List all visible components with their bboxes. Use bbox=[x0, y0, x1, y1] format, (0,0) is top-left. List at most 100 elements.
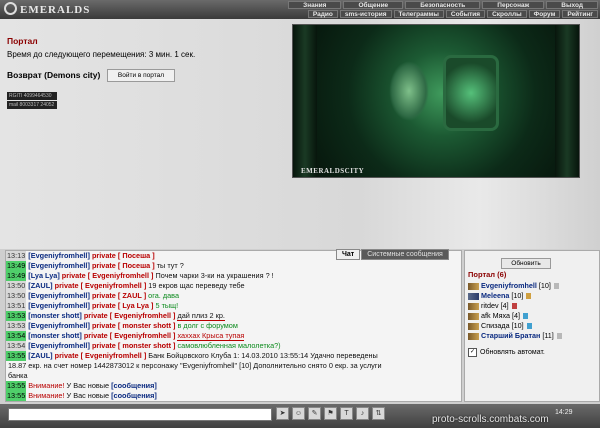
chat-private-target[interactable]: private [ monster shott ] bbox=[92, 321, 176, 330]
player-name[interactable]: Evgeniyfromhell bbox=[481, 281, 537, 291]
left-pillar bbox=[293, 25, 317, 177]
counter-mail[interactable]: mail 8003317 24052 bbox=[7, 101, 57, 109]
chat-line: 13:51 [Evgeniyfromhell] private [ Lya Lya… bbox=[6, 301, 461, 311]
auto-refresh-label: Обновлять автомат. bbox=[480, 349, 545, 356]
chat-private-target[interactable]: private [ Evgeniyfromhell ] bbox=[55, 281, 147, 290]
player-row[interactable]: Evgeniyfromhell [10] bbox=[468, 281, 598, 291]
clan-icon bbox=[468, 322, 479, 330]
chat-nick[interactable]: [Evgeniyfromhell] bbox=[28, 301, 90, 310]
update-button[interactable]: Обновить bbox=[501, 258, 551, 269]
info-icon[interactable] bbox=[553, 283, 559, 289]
chat-nick[interactable]: [ZAUL] bbox=[28, 351, 52, 360]
timestamp: 13:50 bbox=[6, 281, 27, 291]
chat-private-target[interactable]: private [ Evgeniyfromhell ] bbox=[84, 311, 176, 320]
filter-icon[interactable]: ⚑ bbox=[324, 407, 337, 420]
sound-icon[interactable]: ♪ bbox=[356, 407, 369, 420]
chat-private-target[interactable]: private [ Evgeniyfromhell ] bbox=[84, 331, 176, 340]
chat-private-target[interactable]: private [ Посеша ] bbox=[92, 251, 155, 260]
chat-private-target[interactable]: private [ Посеша ] bbox=[92, 261, 155, 270]
top-bar: EMERALDS Знания Общение Безопасность Пер… bbox=[0, 0, 600, 19]
scene-caption: EMERALDSCITY bbox=[301, 167, 365, 175]
menu-rating[interactable]: Рейтинг bbox=[562, 10, 598, 18]
location-sidebar: Обновить Портал (6) Evgeniyfromhell [10] … bbox=[464, 250, 600, 402]
chat-private-target[interactable]: private [ ZAUL ] bbox=[92, 291, 146, 300]
info-icon[interactable] bbox=[556, 333, 562, 339]
messages-link[interactable]: [сообщения] bbox=[111, 391, 157, 400]
player-name[interactable]: Meleena bbox=[481, 291, 509, 301]
chat-nick[interactable]: [Lya Lya] bbox=[28, 271, 60, 280]
counter-rgiti[interactable]: RGITI 4099464530 bbox=[7, 92, 57, 100]
chat-nick[interactable]: [Evgeniyfromhell] bbox=[28, 341, 90, 350]
menu-events[interactable]: События bbox=[445, 10, 486, 18]
menu-sms-history[interactable]: sms-история bbox=[339, 10, 392, 18]
chat-nick[interactable]: [monster shott] bbox=[28, 331, 82, 340]
chat-private-target[interactable]: private [ Lya Lya ] bbox=[92, 301, 154, 310]
player-name[interactable]: Спизада bbox=[481, 321, 510, 331]
chat-message: самовлюбленная малолетка?) bbox=[177, 341, 281, 350]
afk-label: afk bbox=[481, 311, 491, 320]
clear-icon[interactable]: ✎ bbox=[308, 407, 321, 420]
chat-line: 13:55 [ZAUL] private [ Evgeniyfromhell ] … bbox=[6, 351, 461, 361]
info-icon[interactable] bbox=[526, 293, 532, 299]
menu-communication[interactable]: Общение bbox=[343, 1, 404, 9]
player-row[interactable]: afk Мяха [4] bbox=[468, 311, 598, 321]
logo-ring-icon bbox=[4, 2, 17, 15]
menu-radio[interactable]: Радио bbox=[307, 10, 338, 18]
menu-character[interactable]: Персонаж bbox=[482, 1, 545, 9]
translit-icon[interactable]: T bbox=[340, 407, 353, 420]
chat-line: 13:53 [monster shott] private [ Evgeniyfr… bbox=[6, 311, 461, 321]
player-level: [10] bbox=[511, 321, 524, 330]
chat-private-target[interactable]: private [ Evgeniyfromhell ] bbox=[55, 351, 147, 360]
chat-message: 18.87 екр. на счет номер 1442873012 к пе… bbox=[8, 361, 382, 370]
menu-scrolls[interactable]: Скроллы bbox=[487, 10, 527, 18]
chat-input[interactable] bbox=[8, 408, 272, 421]
chat-log[interactable]: 13:13 [Evgeniyfromhell] private [ Посеша … bbox=[5, 250, 462, 402]
portal-scene-image: EMERALDSCITY bbox=[292, 24, 580, 178]
info-icon[interactable] bbox=[522, 313, 528, 319]
timestamp: 13:55 bbox=[6, 351, 27, 361]
chat-private-target[interactable]: private [ monster shott ] bbox=[92, 341, 176, 350]
menu-forum[interactable]: Форум bbox=[528, 10, 561, 18]
tab-system-messages[interactable]: Системные сообщения bbox=[361, 249, 449, 260]
enter-portal-button[interactable]: Войти в портал bbox=[107, 69, 175, 82]
chat-message: Банк Бойцовского Клуба 1: 14.03.2010 13:… bbox=[148, 351, 378, 360]
messages-link[interactable]: [сообщения] bbox=[111, 381, 157, 390]
player-name[interactable]: Старший Братан bbox=[481, 331, 540, 341]
chat-private-target[interactable]: private [ Evgeniyfromhell ] bbox=[62, 271, 154, 280]
tab-chat[interactable]: Чат bbox=[336, 249, 361, 260]
return-label: Возврат (Demons city) bbox=[7, 70, 101, 80]
menu-security[interactable]: Безопасность bbox=[405, 1, 481, 9]
chat-nick[interactable]: [Evgeniyfromhell] bbox=[28, 321, 90, 330]
player-level: [4] bbox=[511, 311, 520, 320]
chat-line: 13:53 [Evgeniyfromhell] private [ monster… bbox=[6, 321, 461, 331]
system-warning: Внимание! bbox=[28, 391, 65, 400]
chat-line-wrap: 18.87 екр. на счет номер 1442873012 к пе… bbox=[6, 361, 461, 371]
menu-knowledge[interactable]: Знания bbox=[288, 1, 342, 9]
chat-nick[interactable]: [ZAUL] bbox=[28, 281, 52, 290]
player-list: Evgeniyfromhell [10] Meleena [10] ritdev [4… bbox=[468, 281, 598, 341]
player-name[interactable]: ritdev bbox=[481, 301, 499, 311]
timestamp: 13:54 bbox=[6, 331, 27, 341]
player-row[interactable]: Старший Братан [11] bbox=[468, 331, 598, 341]
player-level: [10] bbox=[538, 281, 551, 290]
info-icon[interactable] bbox=[511, 303, 517, 309]
smile-icon[interactable]: ☺ bbox=[292, 407, 305, 420]
send-icon[interactable]: ➤ bbox=[276, 407, 289, 420]
player-name[interactable]: Мяха bbox=[493, 311, 510, 321]
menu-telegrams[interactable]: Телеграммы bbox=[393, 10, 444, 18]
timestamp: 13:54 bbox=[6, 341, 27, 351]
chat-nick[interactable]: [Evgeniyfromhell] bbox=[28, 291, 90, 300]
player-row[interactable]: ritdev [4] bbox=[468, 301, 598, 311]
chat-nick[interactable]: [monster shott] bbox=[28, 311, 82, 320]
chat-nick[interactable]: [Evgeniyfromhell] bbox=[28, 261, 90, 270]
system-warning: Внимание! bbox=[28, 381, 65, 390]
auto-refresh-checkbox[interactable]: ✓ bbox=[468, 348, 477, 357]
player-row[interactable]: Спизада [10] bbox=[468, 321, 598, 331]
scroll-icon[interactable]: ⇅ bbox=[372, 407, 385, 420]
chat-nick[interactable]: [Evgeniyfromhell] bbox=[28, 251, 90, 260]
info-icon[interactable] bbox=[526, 323, 532, 329]
menu-exit[interactable]: Выход bbox=[546, 1, 598, 9]
chat-line: 13:54 [Evgeniyfromhell] private [ monster… bbox=[6, 341, 461, 351]
chat-message: ога. дава bbox=[148, 291, 180, 300]
player-row[interactable]: Meleena [10] bbox=[468, 291, 598, 301]
